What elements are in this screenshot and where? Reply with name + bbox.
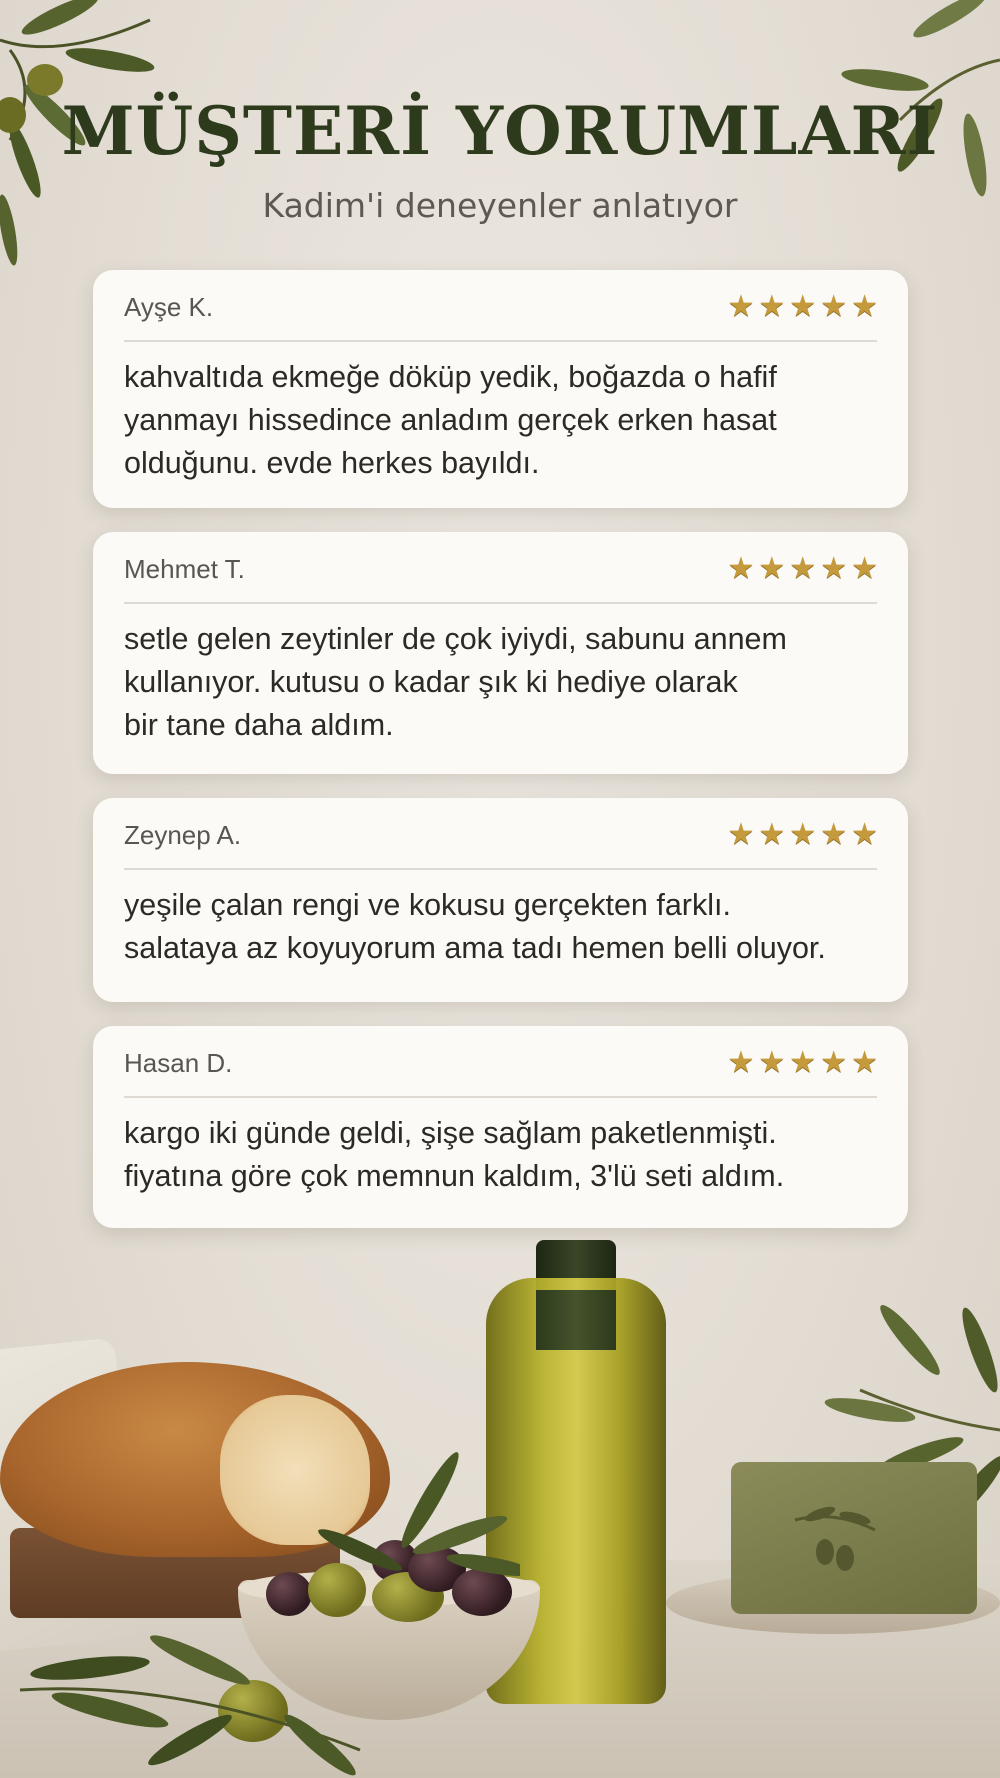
star-icon: ★	[758, 1045, 786, 1080]
card-divider	[124, 868, 877, 870]
bottle-neck	[536, 1290, 616, 1350]
star-icon: ★	[727, 289, 755, 324]
star-icon: ★	[851, 1045, 878, 1080]
star-icon: ★	[820, 817, 848, 852]
card-divider	[124, 1096, 877, 1098]
star-icon: ★	[851, 551, 878, 586]
review-text: kahvaltıda ekmeğe döküp yedik, boğazda o…	[124, 360, 777, 480]
review-card: Ayşe K. ★ ★ ★ ★ ★ kahvaltıda ekmeğe dökü…	[93, 270, 908, 508]
star-icon: ★	[727, 817, 755, 852]
review-text: setle gelen zeytinler de çok iyiydi, sab…	[124, 622, 787, 742]
review-card: Zeynep A. ★ ★ ★ ★ ★ yeşile çalan rengi v…	[93, 798, 908, 1002]
page-title: MÜŞTERİ YORUMLARI	[61, 92, 939, 170]
star-rating: ★ ★ ★ ★ ★	[727, 1048, 878, 1078]
star-icon: ★	[758, 551, 786, 586]
reviewer-name: Hasan D.	[124, 1048, 233, 1078]
star-icon: ★	[851, 289, 878, 324]
card-divider	[124, 602, 877, 604]
star-icon: ★	[789, 1045, 817, 1080]
card-divider	[124, 340, 877, 342]
review-text: yeşile çalan rengi ve kokusu gerçekten f…	[124, 888, 826, 965]
reviewer-name: Mehmet T.	[124, 554, 245, 584]
review-text: kargo iki günde geldi, şişe sağlam paket…	[124, 1116, 785, 1193]
review-card: Hasan D. ★ ★ ★ ★ ★ kargo iki günde geldi…	[93, 1026, 908, 1228]
reviewer-name: Ayşe K.	[124, 292, 214, 322]
review-card: Mehmet T. ★ ★ ★ ★ ★ setle gelen zeytinle…	[93, 532, 908, 774]
star-rating: ★ ★ ★ ★ ★	[727, 554, 878, 584]
star-rating: ★ ★ ★ ★ ★	[727, 292, 878, 322]
star-icon: ★	[789, 551, 817, 586]
star-icon: ★	[789, 289, 817, 324]
olive-branch-icon	[318, 1452, 520, 1576]
star-rating: ★ ★ ★ ★ ★	[727, 820, 878, 850]
star-icon: ★	[789, 817, 817, 852]
star-icon: ★	[758, 289, 786, 324]
olive-branch-icon	[794, 1506, 876, 1571]
star-icon: ★	[727, 1045, 755, 1080]
star-icon: ★	[820, 551, 848, 586]
page-subtitle: Kadim'i deneyenler anlatıyor	[262, 186, 738, 225]
star-icon: ★	[758, 817, 786, 852]
star-icon: ★	[727, 551, 755, 586]
star-icon: ★	[820, 1045, 848, 1080]
reviewer-name: Zeynep A.	[124, 820, 242, 850]
olive-branch-icon	[19, 1635, 361, 1776]
star-icon: ★	[851, 817, 878, 852]
testimonials-page: MÜŞTERİ YORUMLARI Kadim'i deneyenler anl…	[0, 0, 1000, 1778]
star-icon: ★	[820, 289, 848, 324]
